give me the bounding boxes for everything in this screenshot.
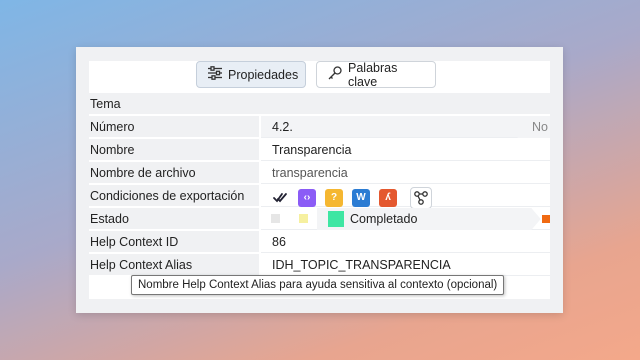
properties-container: Propiedades Palabras clave Tema Número 4…: [89, 61, 550, 299]
panel-toolbar: Propiedades Palabras clave: [89, 61, 550, 91]
nombre-label: Nombre: [89, 139, 259, 161]
keywords-tab-label: Palabras clave: [348, 60, 398, 89]
export-label: Condiciones de exportación: [89, 185, 259, 207]
share-nodes-button[interactable]: [410, 187, 432, 209]
row-help-alias: Help Context Alias IDH_TOPIC_TRANSPARENC…: [89, 254, 550, 276]
topic-properties-panel: Propiedades Palabras clave Tema Número 4…: [76, 47, 563, 313]
estado-field[interactable]: Completado: [261, 208, 550, 230]
section-title: Tema: [89, 93, 550, 115]
row-export: Condiciones de exportación ‹› ? W ʎ: [89, 185, 550, 209]
code-html-icon[interactable]: ‹›: [298, 189, 316, 207]
archivo-label: Nombre de archivo: [89, 162, 259, 184]
pdf-icon[interactable]: ʎ: [379, 189, 397, 207]
estado-value: Completado: [350, 212, 418, 226]
nombre-field[interactable]: Transparencia: [261, 139, 550, 161]
status-next-square[interactable]: [542, 215, 550, 223]
archivo-field[interactable]: transparencia: [261, 162, 550, 184]
help-chm-icon[interactable]: ?: [325, 189, 343, 207]
properties-tab-button[interactable]: Propiedades: [196, 61, 306, 88]
numero-field[interactable]: 4.2. No: [261, 116, 550, 138]
help-alias-field[interactable]: IDH_TOPIC_TRANSPARENCIA: [261, 254, 550, 276]
row-help-id: Help Context ID 86: [89, 231, 550, 253]
properties-tab-label: Propiedades: [228, 67, 299, 82]
help-alias-label: Help Context Alias: [89, 254, 259, 276]
numero-trailing: No: [532, 120, 548, 134]
check-all-icon[interactable]: [271, 189, 289, 207]
row-numero: Número 4.2. No: [89, 116, 550, 138]
row-archivo: Nombre de archivo transparencia: [89, 162, 550, 184]
numero-label: Número: [89, 116, 259, 138]
row-nombre: Nombre Transparencia: [89, 139, 550, 161]
word-icon[interactable]: W: [352, 189, 370, 207]
estado-label: Estado: [89, 208, 259, 230]
status-none-square[interactable]: [271, 214, 280, 223]
sliders-icon: [207, 65, 223, 84]
keywords-tab-button[interactable]: Palabras clave: [316, 60, 436, 89]
status-pending-square[interactable]: [299, 214, 308, 223]
help-alias-tooltip: Nombre Help Context Alias para ayuda sen…: [131, 275, 505, 295]
numero-value: 4.2.: [272, 120, 293, 134]
key-icon: [327, 65, 343, 84]
help-id-field[interactable]: 86: [261, 231, 550, 253]
section-header-tema: Tema: [89, 93, 550, 115]
share-nodes-icon: [412, 189, 430, 207]
numero-trailing-field[interactable]: No: [510, 116, 550, 138]
status-done-square: [328, 211, 344, 227]
help-id-label: Help Context ID: [89, 231, 259, 253]
export-field: ‹› ? W ʎ: [261, 185, 550, 209]
row-estado: Estado Completado: [89, 208, 550, 230]
